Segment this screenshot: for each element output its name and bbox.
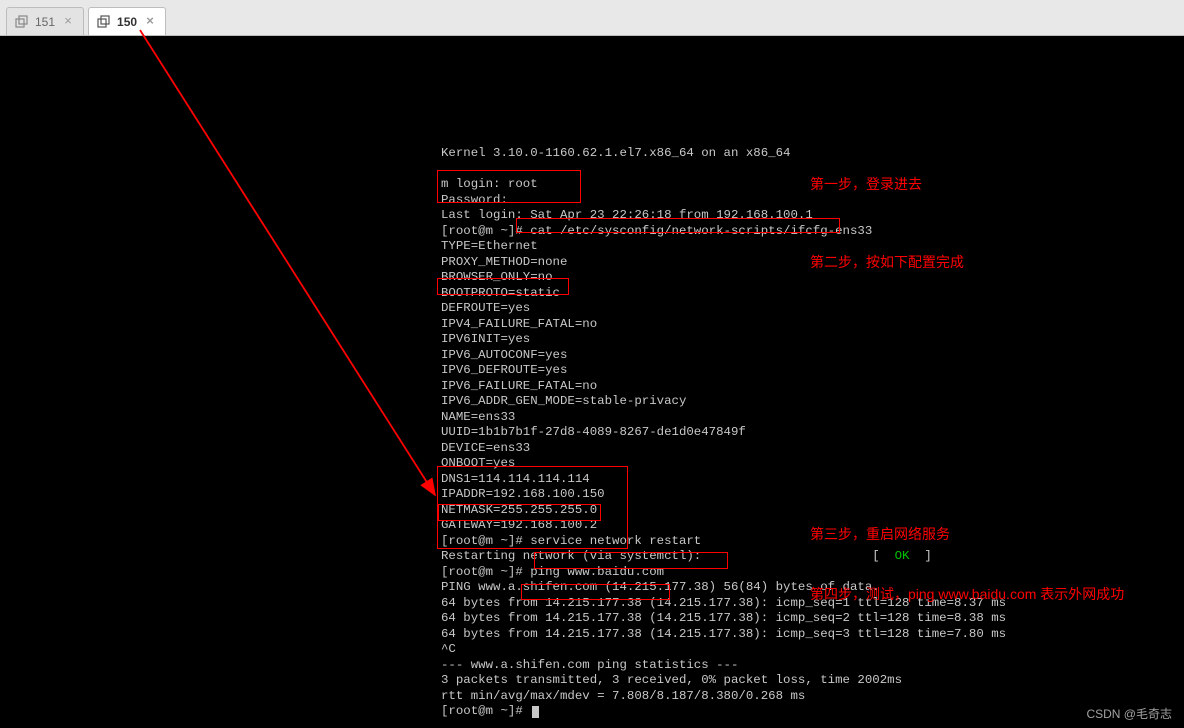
terminal-text: Kernel 3.10.0-1160.62.1.el7.x86_64 on an…	[0, 36, 1184, 728]
terminal-line: PROXY_METHOD=none	[0, 255, 1184, 271]
terminal-line: ^C	[0, 642, 1184, 658]
terminal-line	[0, 162, 1184, 178]
terminal-line: UUID=1b1b7b1f-27d8-4089-8267-de1d0e47849…	[0, 425, 1184, 441]
terminal-line: 64 bytes from 14.215.177.38 (14.215.177.…	[0, 611, 1184, 627]
terminal-line: --- www.a.shifen.com ping statistics ---	[0, 658, 1184, 674]
terminal-line: IPV6_DEFROUTE=yes	[0, 363, 1184, 379]
terminal-line: IPADDR=192.168.100.150	[0, 487, 1184, 503]
terminal-line: [root@m ~]# service network restart	[0, 534, 1184, 550]
terminal-line: rtt min/avg/max/mdev = 7.808/8.187/8.380…	[0, 689, 1184, 705]
terminal-line: TYPE=Ethernet	[0, 239, 1184, 255]
terminal-line: 3 packets transmitted, 3 received, 0% pa…	[0, 673, 1184, 689]
terminal-line: NETMASK=255.255.255.0	[0, 503, 1184, 519]
annotation-step4: 第四步，测试，ping www.baidu.com 表示外网成功	[810, 584, 1124, 604]
terminal-line: BROWSER_ONLY=no	[0, 270, 1184, 286]
status-ok: OK	[895, 549, 910, 563]
tab-151[interactable]: 151 ×	[6, 7, 84, 35]
terminal-line: IPV6_FAILURE_FATAL=no	[0, 379, 1184, 395]
annotation-step1: 第一步，登录进去	[810, 174, 922, 194]
close-icon[interactable]: ×	[61, 15, 75, 29]
terminal-line: Password:	[0, 193, 1184, 209]
terminal-line: [root@m ~]#	[0, 704, 1184, 720]
terminal-line: DEFROUTE=yes	[0, 301, 1184, 317]
terminal-line: [root@m ~]# ping www.baidu.com	[0, 565, 1184, 581]
annotation-step2: 第二步，按如下配置完成	[810, 252, 964, 272]
tab-bar: 151 × 150 ×	[0, 0, 1184, 36]
terminal-panel[interactable]: Kernel 3.10.0-1160.62.1.el7.x86_64 on an…	[0, 36, 1184, 728]
terminal-cursor	[532, 706, 539, 718]
close-icon[interactable]: ×	[143, 15, 157, 29]
terminal-line: NAME=ens33	[0, 410, 1184, 426]
terminal-line: m login: root	[0, 177, 1184, 193]
terminal-line: IPV6_ADDR_GEN_MODE=stable-privacy	[0, 394, 1184, 410]
terminal-line: GATEWAY=192.168.100.2	[0, 518, 1184, 534]
terminal-line: BOOTPROTO=static	[0, 286, 1184, 302]
terminal-line: Restarting network (via systemctl): [ OK…	[0, 549, 1184, 565]
terminal-line: DEVICE=ens33	[0, 441, 1184, 457]
tab-150[interactable]: 150 ×	[88, 7, 166, 35]
annotation-step3: 第三步，重启网络服务	[810, 524, 950, 544]
terminal-line: IPV6INIT=yes	[0, 332, 1184, 348]
stack-icon	[15, 15, 29, 29]
terminal-line: ONBOOT=yes	[0, 456, 1184, 472]
tab-label: 151	[35, 15, 55, 29]
terminal-line: DNS1=114.114.114.114	[0, 472, 1184, 488]
stack-icon	[97, 15, 111, 29]
terminal-line: 64 bytes from 14.215.177.38 (14.215.177.…	[0, 627, 1184, 643]
terminal-line: Last login: Sat Apr 23 22:26:18 from 192…	[0, 208, 1184, 224]
terminal-line: IPV4_FAILURE_FATAL=no	[0, 317, 1184, 333]
watermark: CSDN @毛奇志	[1086, 705, 1172, 722]
terminal-line: IPV6_AUTOCONF=yes	[0, 348, 1184, 364]
terminal-line: Kernel 3.10.0-1160.62.1.el7.x86_64 on an…	[0, 146, 1184, 162]
terminal-line: [root@m ~]# cat /etc/sysconfig/network-s…	[0, 224, 1184, 240]
tab-label: 150	[117, 15, 137, 29]
